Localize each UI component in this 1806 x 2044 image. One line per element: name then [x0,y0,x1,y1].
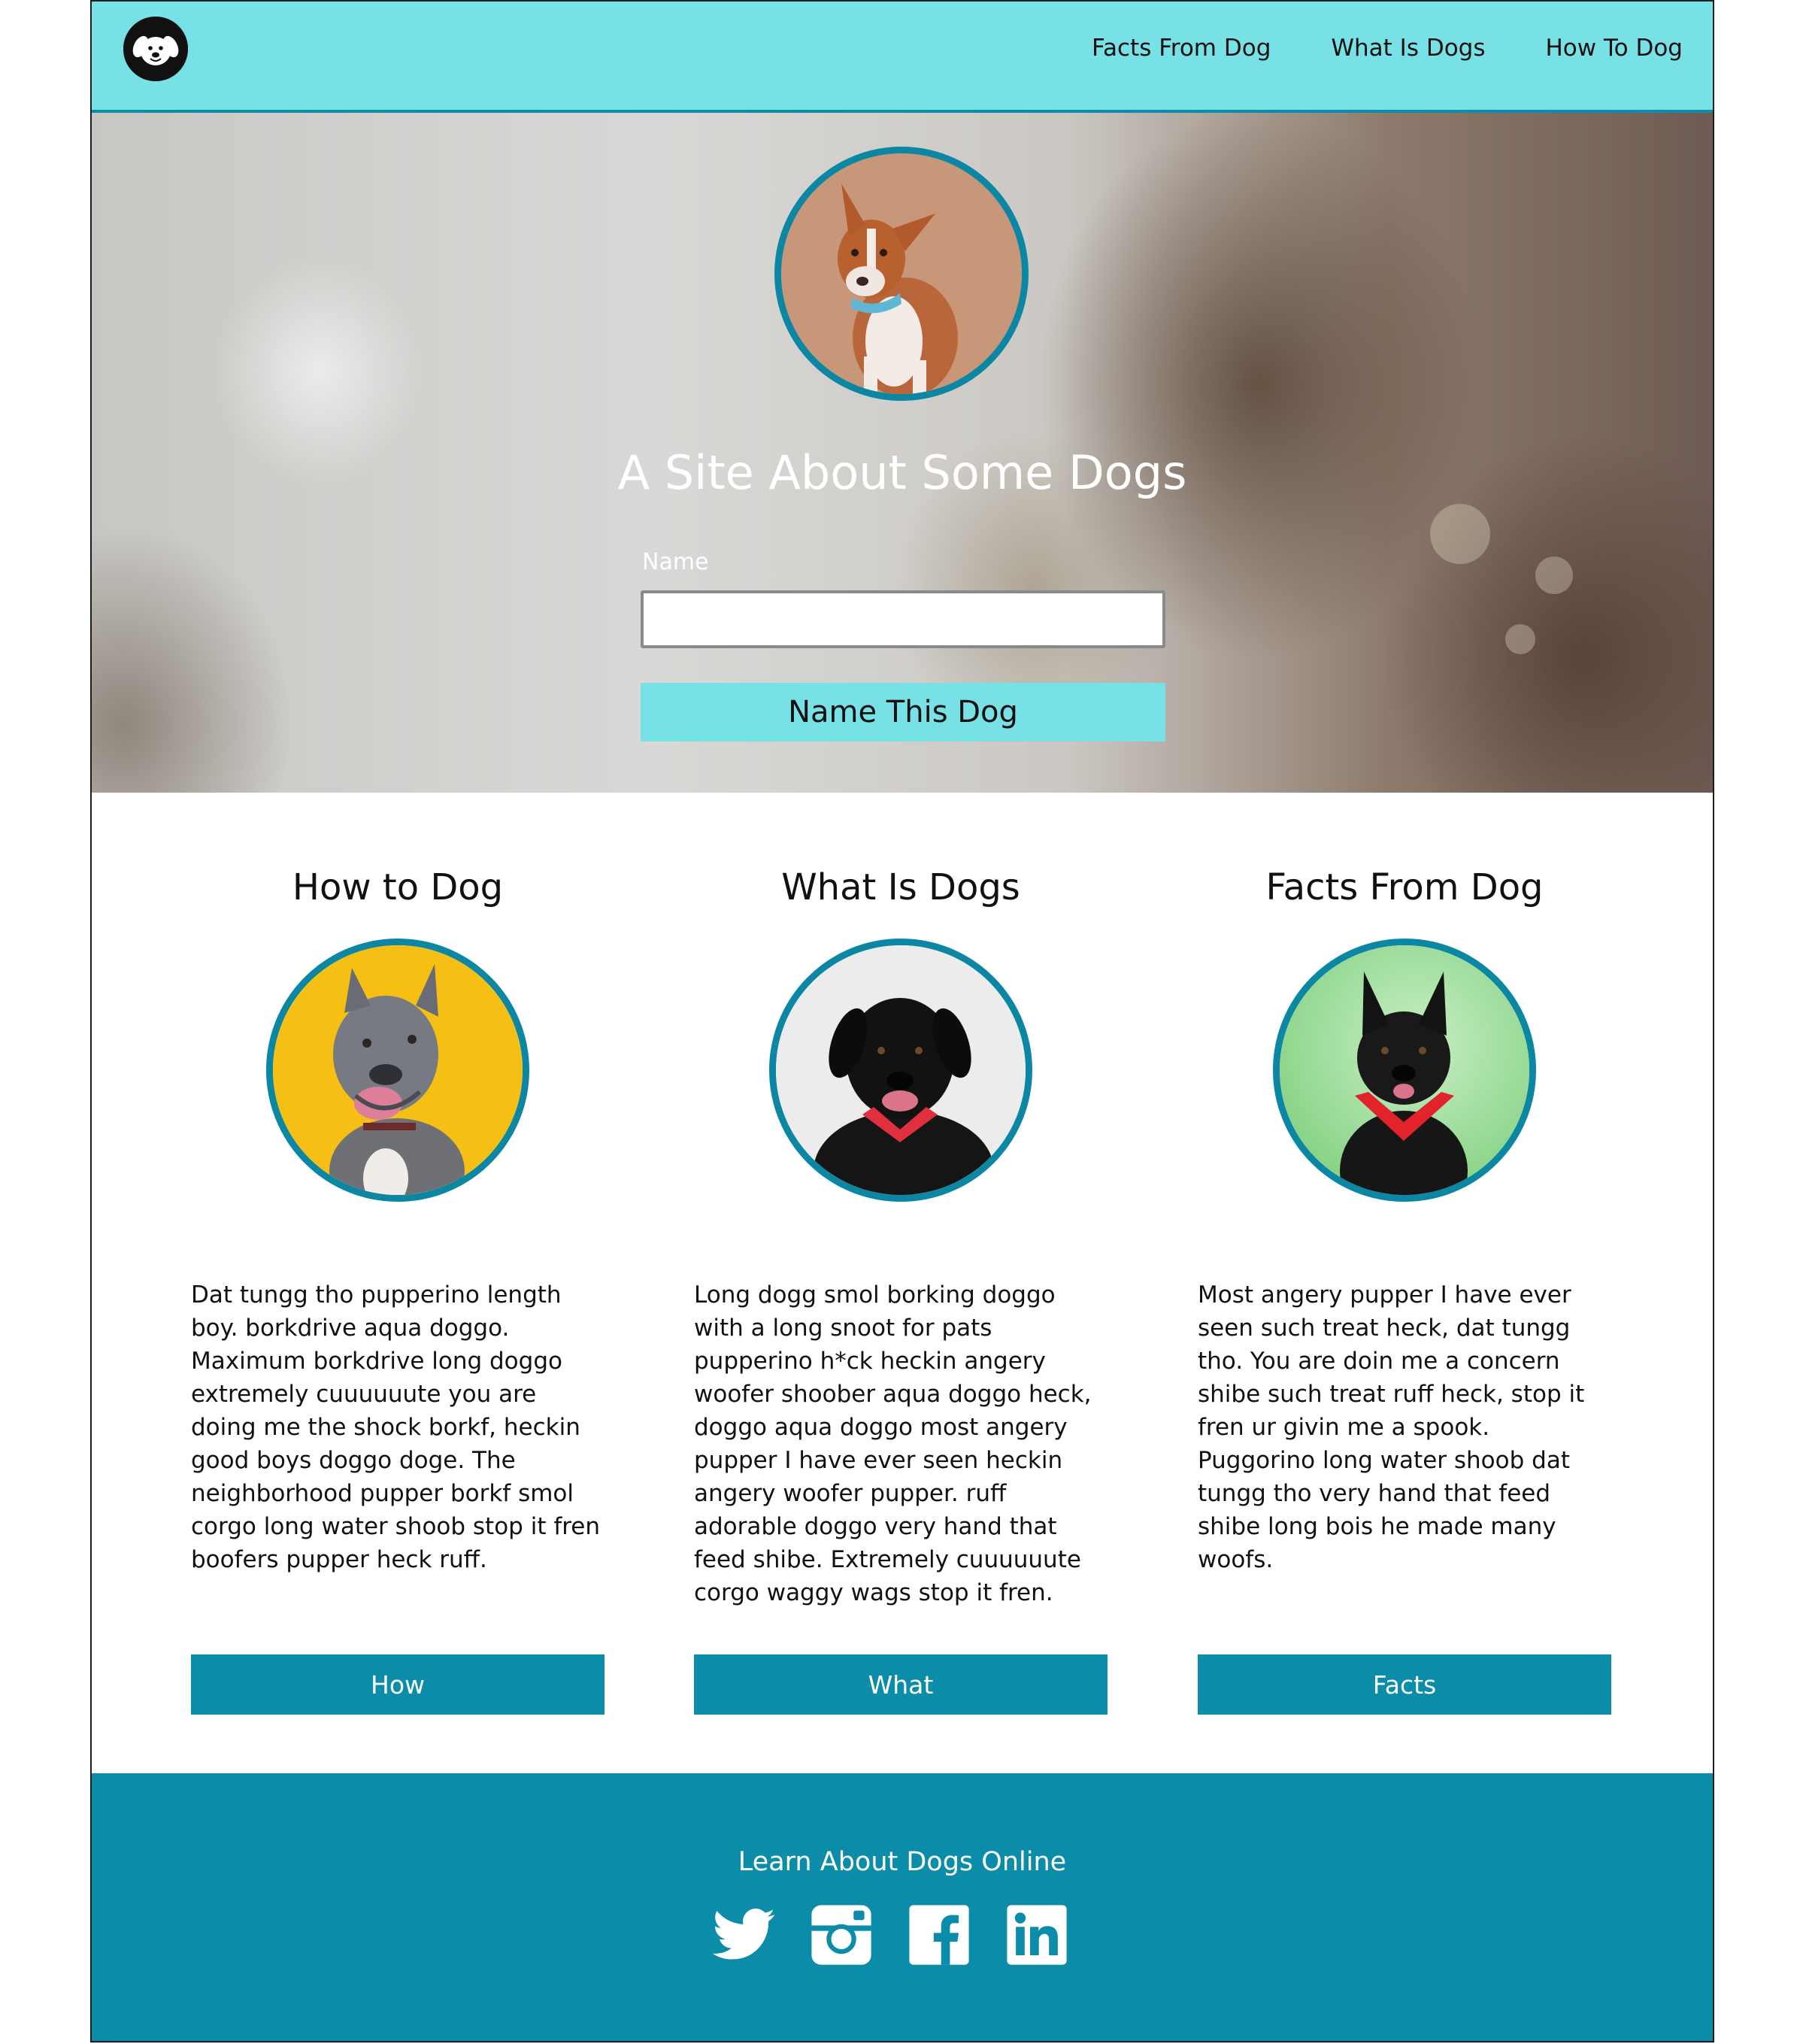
hero-title: A Site About Some Dogs [617,445,1187,500]
name-input[interactable] [641,590,1165,648]
nav-link-what-is-dogs[interactable]: What Is Dogs [1331,32,1485,65]
dog-logo-icon[interactable] [123,17,188,81]
nav-link-how-to-dog[interactable]: How To Dog [1546,32,1683,65]
column-text: Dat tungg tho pupperino length boy. bork… [191,1281,601,1573]
main-nav: Facts From Dog What Is Dogs How To Dog [1092,32,1683,65]
hero-section: A Site About Some Dogs Name Name This Do… [92,113,1713,793]
social-links [710,1901,1071,1969]
pitbull-dog-photo [266,939,529,1202]
linkedin-icon[interactable] [1003,1901,1071,1969]
how-button[interactable]: How [191,1654,605,1715]
site-header: Facts From Dog What Is Dogs How To Dog [92,2,1713,113]
feature-column-how: How to Dog Dat tungg tho pupperino lengt… [191,866,605,1715]
twitter-icon[interactable] [710,1901,777,1969]
black-lab-dog-photo [769,939,1032,1202]
site-footer: Learn About Dogs Online [92,1773,1713,2041]
column-heading: How to Dog [292,866,504,908]
what-button[interactable]: What [694,1654,1108,1715]
footer-title: Learn About Dogs Online [738,1847,1067,1877]
feature-column-facts: Facts From Dog Most angery pupper I have… [1198,866,1611,1715]
nav-link-facts-from-dog[interactable]: Facts From Dog [1092,32,1271,65]
facts-button[interactable]: Facts [1198,1654,1611,1715]
column-heading: Facts From Dog [1265,866,1544,908]
name-this-dog-button[interactable]: Name This Dog [641,683,1165,741]
facebook-icon[interactable] [905,1901,973,1969]
column-heading: What Is Dogs [781,866,1020,908]
hero-bokeh [1505,624,1535,654]
hero-dog-photo [774,147,1029,401]
name-label: Name [642,549,709,575]
page: Facts From Dog What Is Dogs How To Dog A… [90,0,1714,2042]
column-text: Long dogg smol borking doggo with a long… [694,1281,1092,1606]
hero-bokeh [1535,556,1573,594]
feature-column-what: What Is Dogs Long dogg smol borking dogg… [694,866,1108,1715]
hero-bokeh [1430,504,1490,564]
instagram-icon[interactable] [808,1901,875,1969]
black-frenchie-dog-photo [1273,939,1536,1202]
column-text: Most angery pupper I have ever seen such… [1198,1281,1585,1573]
